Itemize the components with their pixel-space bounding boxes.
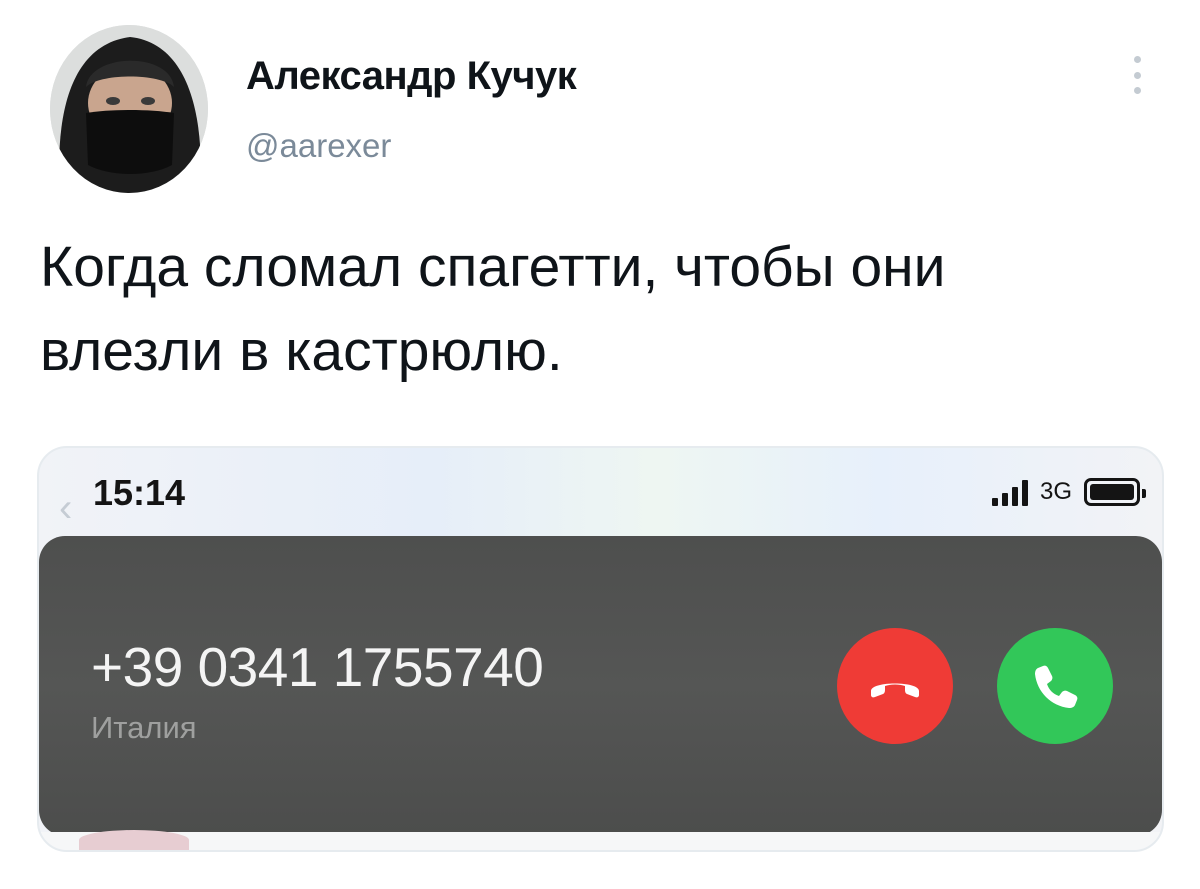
phone-hangup-icon [871,683,919,698]
tweet-text-line: влезли в кастрюлю. [40,319,563,383]
avatar[interactable] [50,25,208,193]
back-chevron-icon: ‹ [59,486,73,530]
accept-call-button[interactable] [997,628,1113,744]
partial-image-fragment [79,830,189,850]
caller-number: +39 0341 1755740 [91,636,544,698]
more-dot [1133,56,1141,63]
author-handle[interactable]: @aarexer [246,127,391,165]
battery-icon [1084,478,1146,506]
phone-icon [1035,665,1078,708]
network-label: 3G [1039,478,1072,505]
incoming-call-banner[interactable]: +39 0341 1755740 Италия [39,536,1162,836]
tweet-media[interactable]: ‹ 15:14 3G +39 0341 1755740 Италия [37,446,1164,852]
tweet-text-line: Когда сломал спагетти, чтобы они [40,235,946,299]
more-dot [1133,71,1141,79]
decline-call-button[interactable] [837,628,953,744]
signal-icon [991,478,1028,506]
more-dot [1133,87,1141,94]
tweet-text: Когда сломал спагетти, чтобы они влезли … [40,225,1170,393]
status-indicators: 3G [991,478,1146,506]
phone-status-bar: ‹ 15:14 3G [39,448,1162,538]
status-time: 15:14 [93,472,186,513]
avatar-image [50,25,208,193]
caller-location: Италия [91,710,197,745]
author-name[interactable]: Александр Кучук [246,54,577,99]
more-vertical-icon[interactable] [1122,50,1152,100]
below-content-strip [39,832,1162,850]
